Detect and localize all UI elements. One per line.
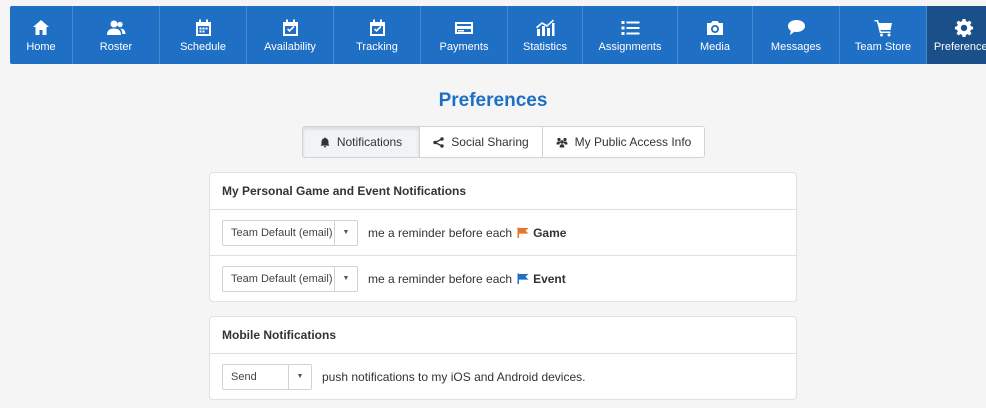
calendar-check-icon [369,18,386,38]
camera-icon [706,18,724,38]
nav-item-tracking[interactable]: Tracking [334,6,421,64]
nav-label: Media [700,40,730,53]
event-reminder-row: Team Default (email) ▼ me a reminder bef… [210,255,796,301]
bar-chart-icon [535,18,555,38]
gear-icon [954,18,973,38]
nav-item-statistics[interactable]: Statistics [508,6,583,64]
cart-icon [874,18,893,38]
nav-label: Home [26,40,56,53]
event-reminder-select[interactable]: Team Default (email) ▼ [222,265,358,292]
select-value: Send [231,370,257,383]
nav-label: Assignments [598,40,662,53]
select-value: Team Default (email) [231,226,333,239]
tab-label: Social Sharing [451,135,529,149]
nav-item-media[interactable]: Media [678,6,753,64]
game-reminder-row: Team Default (email) ▼ me a reminder bef… [210,210,796,255]
page-title: Preferences [438,90,548,111]
nav-label: Roster [99,40,133,53]
chat-bubble-icon [787,18,806,38]
game-label: Game [533,225,567,240]
nav-item-roster[interactable]: Roster [73,6,160,64]
tab-label: My Public Access Info [574,135,692,149]
chevron-down-icon: ▼ [334,220,357,245]
nav-item-preferences[interactable]: Preferences [927,6,986,64]
panel-heading: Mobile Notifications [210,317,796,354]
nav-label: Team Store [854,40,912,53]
chevron-down-icon: ▼ [334,266,357,291]
nav-label: Availability [264,40,316,53]
panel-heading: My Personal Game and Event Notifications [210,173,796,210]
reminder-text: me a reminder before each [368,225,513,240]
credit-card-icon [454,18,474,38]
preferences-tabs: Notifications Social Sharing My Public A… [302,126,705,158]
select-value: Team Default (email) [231,272,333,285]
home-icon [32,18,50,38]
bell-icon [320,137,330,148]
nav-item-home[interactable]: Home [10,6,73,64]
share-icon [433,136,444,148]
list-icon [621,18,640,38]
flag-icon [517,227,529,238]
nav-label: Schedule [180,40,226,53]
nav-item-assignments[interactable]: Assignments [583,6,678,64]
main-nav: Home Roster Schedule Availability Tracki… [10,6,986,64]
calendar-icon [195,18,212,38]
push-notification-row: Send ▼ push notifications to my iOS and … [210,354,796,399]
mobile-notifications-panel: Mobile Notifications Send ▼ push notific… [209,316,797,400]
personal-notifications-panel: My Personal Game and Event Notifications… [209,172,797,302]
tab-notifications[interactable]: Notifications [303,127,420,157]
game-reminder-select[interactable]: Team Default (email) ▼ [222,219,358,246]
nav-label: Messages [770,40,822,53]
tab-my-public-access-info[interactable]: My Public Access Info [543,127,704,157]
nav-label: Preferences [933,40,986,53]
nav-item-messages[interactable]: Messages [753,6,840,64]
flag-icon [517,273,529,284]
calendar-check-icon [282,18,299,38]
event-label: Event [533,271,566,286]
chevron-down-icon: ▼ [288,364,311,389]
tab-label: Notifications [336,135,403,149]
people-icon [556,137,568,148]
nav-item-team-store[interactable]: Team Store [840,6,927,64]
nav-item-payments[interactable]: Payments [421,6,508,64]
push-text: push notifications to my iOS and Android… [322,369,586,384]
nav-item-availability[interactable]: Availability [247,6,334,64]
nav-label: Statistics [522,40,567,53]
users-icon [106,18,126,38]
top-bar: Home Roster Schedule Availability Tracki… [0,0,986,66]
nav-label: Payments [439,40,489,53]
nav-label: Tracking [356,40,398,53]
tab-social-sharing[interactable]: Social Sharing [420,127,543,157]
push-notification-select[interactable]: Send ▼ [222,363,312,390]
reminder-text: me a reminder before each [368,271,513,286]
nav-item-schedule[interactable]: Schedule [160,6,247,64]
